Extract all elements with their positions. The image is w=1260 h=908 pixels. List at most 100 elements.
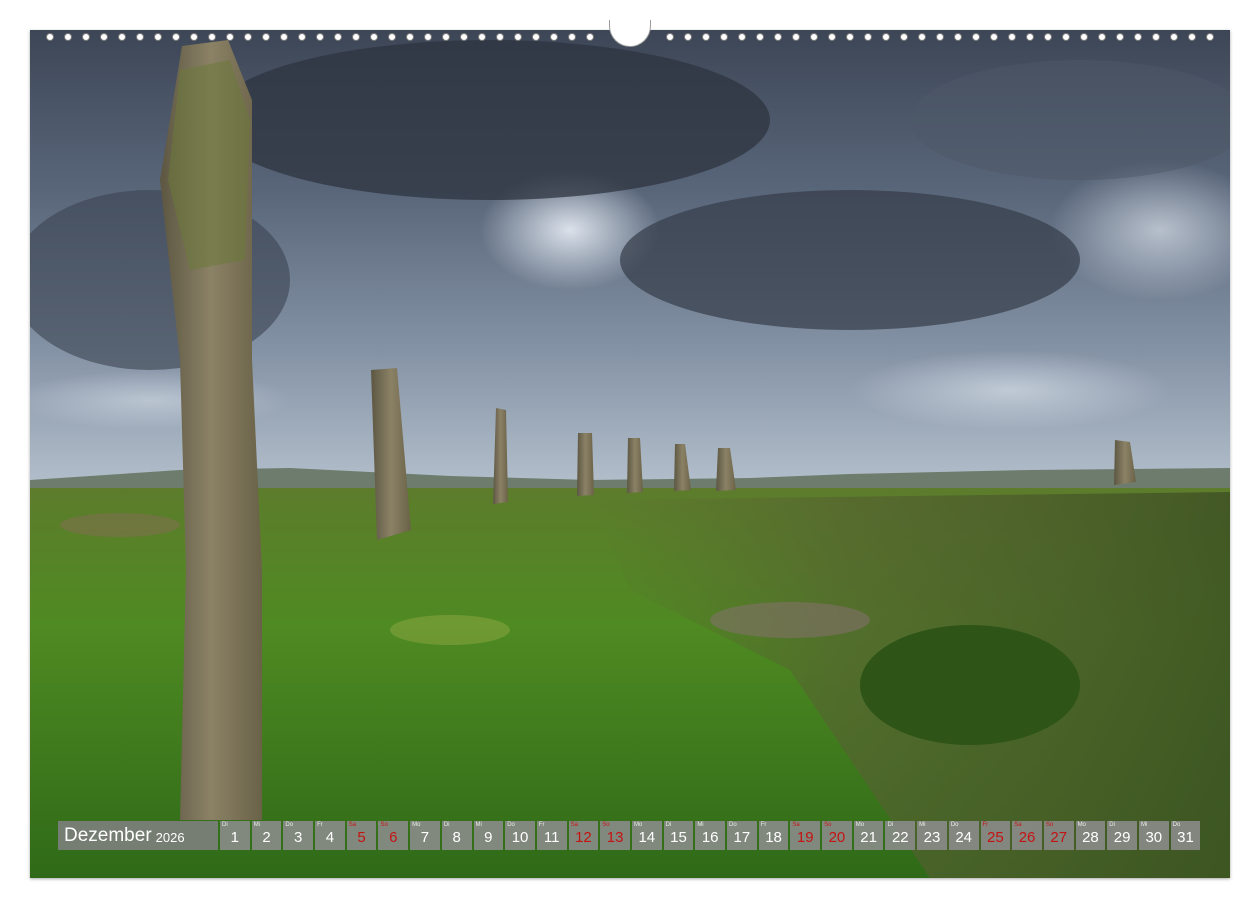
day-cell: Do 24: [948, 821, 979, 850]
binding-hole: [190, 33, 198, 41]
day-cell: Mo 14: [631, 821, 662, 850]
dark-cloud: [620, 190, 1080, 330]
binding-hole: [388, 33, 396, 41]
day-number: 4: [325, 829, 335, 846]
day-cell: So 6: [378, 821, 409, 850]
day-number: 6: [389, 829, 398, 846]
binding-hole: [226, 33, 234, 41]
binding-hole: [82, 33, 90, 41]
day-cell: Sa 26: [1012, 821, 1042, 850]
binding-hole: [738, 33, 746, 41]
day-cell: Mi 2: [251, 821, 282, 850]
day-cell: Fr 4: [315, 821, 345, 850]
binding-hole: [1026, 33, 1034, 41]
weekday-abbr: Mi: [919, 822, 926, 828]
binding-hole: [244, 33, 252, 41]
calendar-page: Dezember 2026 Di 1 Mi 2 Do 3 Fr 4 Sa 5 So 6 Mo 7 Di 8 Mi…: [0, 0, 1260, 908]
binding-hole: [370, 33, 378, 41]
weekday-abbr: Sa: [348, 822, 357, 828]
standing-stone: [577, 433, 594, 496]
month-name: Dezember: [64, 824, 152, 846]
weekday-abbr: Di: [222, 822, 228, 828]
binding-hole: [550, 33, 558, 41]
day-cell: So 20: [822, 821, 852, 850]
day-cell: Mi 23: [917, 821, 947, 850]
binding-hole: [154, 33, 162, 41]
binding-hole: [118, 33, 126, 41]
heather-patch: [710, 602, 870, 638]
weekday-abbr: Mi: [253, 822, 261, 828]
weekday-abbr: Do: [729, 822, 737, 828]
day-cells: Di 1 Mi 2 Do 3 Fr 4 Sa 5 So 6 Mo 7 Di 8 Mi 9 Do 10 Fr 11 Sa 12 S…: [220, 821, 1202, 850]
weekday-abbr: Di: [443, 822, 450, 828]
binding-hole: [1080, 33, 1088, 41]
binding-hole: [936, 33, 944, 41]
day-number: 10: [511, 829, 529, 846]
day-cell: Mo 21: [853, 821, 884, 850]
weekday-abbr: So: [824, 822, 832, 828]
binding-hole: [298, 33, 306, 41]
day-cell: Sa 12: [568, 821, 599, 850]
day-cell: Mi 16: [695, 821, 725, 850]
binding-hole: [280, 33, 288, 41]
binding-hole: [810, 33, 818, 41]
weekday-abbr: Di: [887, 822, 894, 828]
shrub: [860, 625, 1080, 745]
binding-hole: [100, 33, 108, 41]
day-number: 13: [606, 829, 624, 846]
day-cell: Mo 7: [410, 821, 440, 850]
day-number: 1: [230, 829, 240, 846]
day-number: 22: [891, 829, 909, 846]
day-number: 17: [733, 829, 751, 846]
binding-hole: [406, 33, 414, 41]
weekday-abbr: Mi: [475, 822, 482, 828]
binding-hole: [846, 33, 854, 41]
binding-hole: [1116, 33, 1124, 41]
day-cell: Fr 18: [758, 821, 789, 850]
binding-hole: [586, 33, 594, 41]
year: 2026: [155, 829, 185, 845]
binding-hole: [1044, 33, 1052, 41]
binding-hole: [918, 33, 926, 41]
binding-hole: [900, 33, 908, 41]
day-cell: Sa 19: [790, 821, 821, 850]
day-number: 12: [575, 829, 592, 846]
weekday-abbr: Do: [950, 822, 959, 828]
binding-hole: [1008, 33, 1016, 41]
day-number: 16: [701, 829, 719, 846]
binding-hole: [334, 33, 342, 41]
weekday-abbr: Fr: [760, 822, 767, 828]
binding-hole: [1188, 33, 1196, 41]
binding-hole: [1206, 33, 1214, 41]
day-cell: So 13: [600, 821, 630, 850]
day-cell: Fr 25: [980, 821, 1011, 850]
binding-hole: [720, 33, 728, 41]
weekday-abbr: Do: [1172, 822, 1181, 828]
weekday-abbr: Mo: [1077, 822, 1086, 828]
binding-hole: [756, 33, 764, 41]
month-label: Dezember 2026: [58, 821, 218, 850]
day-cell: Mo 28: [1075, 821, 1106, 850]
binding-hole: [990, 33, 998, 41]
dark-cloud: [210, 40, 770, 200]
binding-hole: [208, 33, 216, 41]
day-cell: So 27: [1043, 821, 1074, 850]
day-cell: Di 1: [220, 821, 250, 850]
binding-hole: [666, 33, 674, 41]
landscape-photo: [30, 30, 1230, 878]
day-number: 15: [670, 829, 687, 846]
binding-hole: [864, 33, 872, 41]
day-number: 3: [294, 829, 303, 846]
weekday-abbr: Mo: [855, 822, 865, 828]
calendar-strip: Dezember 2026 Di 1 Mi 2 Do 3 Fr 4 Sa 5 So 6 Mo 7 Di 8 Mi…: [58, 821, 1202, 850]
weekday-abbr: Sa: [1014, 822, 1022, 828]
day-cell: Di 15: [663, 821, 694, 850]
day-cell: Do 10: [505, 821, 535, 850]
day-number: 5: [357, 829, 366, 846]
day-cell: Mi 9: [473, 821, 504, 850]
weekday-abbr: Sa: [792, 822, 800, 828]
binding-hole: [532, 33, 540, 41]
binding-hole: [774, 33, 782, 41]
day-cell: Do 31: [1170, 821, 1201, 850]
binding-hole: [424, 33, 432, 41]
